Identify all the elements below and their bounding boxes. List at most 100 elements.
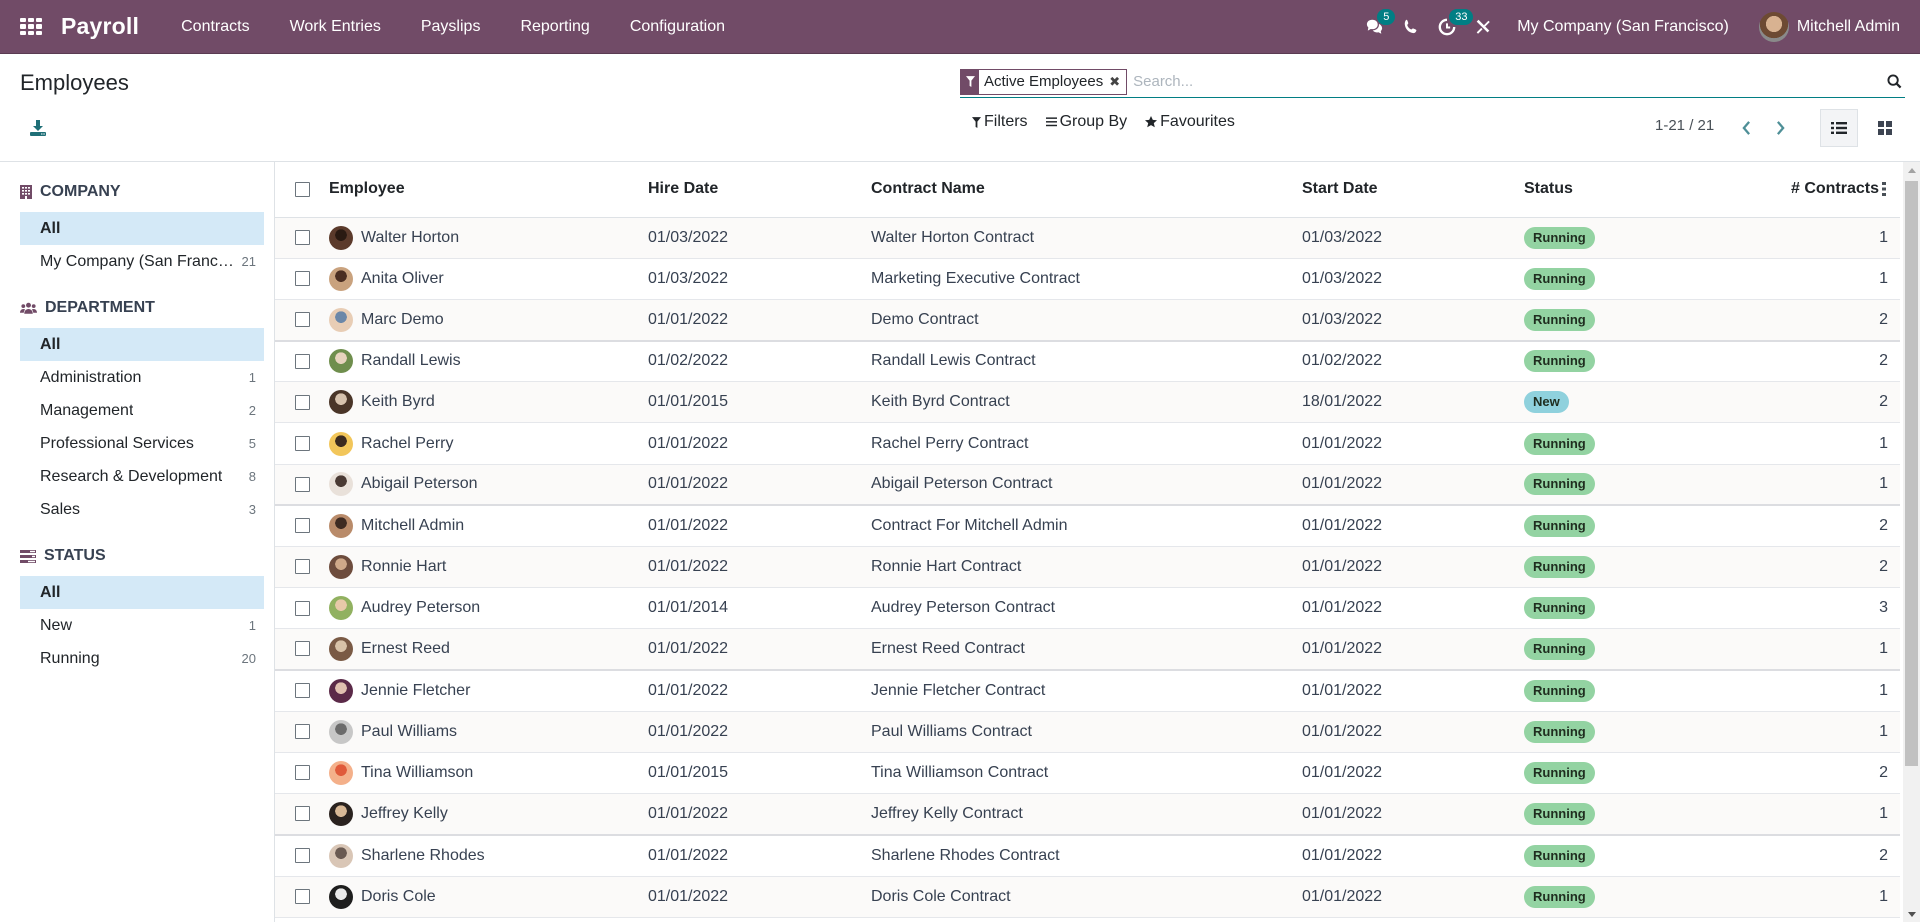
row-checkbox[interactable]	[295, 435, 310, 451]
row-checkbox[interactable]	[295, 724, 310, 740]
column-start-date[interactable]: Start Date	[1302, 162, 1524, 218]
start-date: 01/01/2022	[1302, 546, 1524, 589]
table-row[interactable]: Rachel Perry 01/01/2022 Rachel Perry Con…	[275, 422, 1900, 465]
table-row[interactable]: Anita Oliver 01/03/2022 Marketing Execut…	[275, 258, 1900, 300]
start-date: 01/01/2022	[1302, 464, 1524, 507]
employee-cell: Ernest Reed	[329, 637, 648, 662]
row-checkbox[interactable]	[295, 888, 310, 904]
table-row[interactable]: Doris Cole 01/01/2022 Doris Cole Contrac…	[275, 876, 1900, 918]
status-badge: Running	[1524, 267, 1595, 290]
row-checkbox[interactable]	[295, 518, 310, 534]
contracts-count: 2	[1744, 381, 1900, 424]
scroll-down-arrow[interactable]	[1903, 906, 1920, 922]
filter-icon	[972, 116, 981, 128]
filters-button[interactable]: Filters	[972, 113, 1028, 131]
favourites-button[interactable]: Favourites	[1145, 113, 1235, 131]
contract-name: Contract For Mitchell Admin	[871, 505, 1302, 548]
row-checkbox[interactable]	[295, 559, 310, 575]
row-checkbox[interactable]	[295, 311, 310, 327]
row-checkbox[interactable]	[295, 394, 310, 410]
row-checkbox[interactable]	[295, 229, 310, 245]
table-row[interactable]: Audrey Peterson 01/01/2014 Audrey Peters…	[275, 587, 1900, 630]
hire-date: 01/01/2014	[648, 587, 871, 630]
pager-next-button[interactable]	[1772, 118, 1788, 138]
activities-button[interactable]: 33	[1429, 0, 1474, 54]
phone-button[interactable]	[1393, 0, 1429, 54]
scroll-up-arrow[interactable]	[1903, 162, 1920, 178]
menu-work-entries[interactable]: Work Entries	[270, 0, 401, 54]
vertical-scrollbar[interactable]	[1903, 162, 1920, 922]
contracts-count: 1	[1744, 670, 1900, 712]
row-checkbox[interactable]	[295, 600, 310, 616]
menu-payslips[interactable]: Payslips	[401, 0, 501, 54]
hire-date: 01/01/2022	[648, 422, 871, 465]
department-item-professional-services[interactable]: Professional Services 5	[20, 427, 264, 460]
table-row[interactable]: Randall Lewis 01/02/2022 Randall Lewis C…	[275, 340, 1900, 383]
menu-configuration[interactable]: Configuration	[610, 0, 745, 54]
item-count: 5	[248, 436, 256, 451]
app-menu-icon[interactable]	[20, 17, 42, 36]
table-row[interactable]: Walter Horton 01/03/2022 Walter Horton C…	[275, 217, 1900, 259]
user-menu[interactable]: Mitchell Admin	[1758, 11, 1900, 42]
table-row[interactable]: Sharlene Rhodes 01/01/2022 Sharlene Rhod…	[275, 834, 1900, 877]
table-row[interactable]: Ernest Reed 01/01/2022 Ernest Reed Contr…	[275, 628, 1900, 672]
debug-tools-button[interactable]	[1465, 0, 1501, 54]
department-item-all[interactable]: All	[20, 328, 264, 361]
table-row[interactable]: Paul Williams 01/01/2022 Paul Williams C…	[275, 711, 1900, 753]
table-row[interactable]: Ronnie Hart 01/01/2022 Ronnie Hart Contr…	[275, 546, 1900, 589]
column-hire-date[interactable]: Hire Date	[648, 162, 871, 218]
contracts-count: 2	[1744, 340, 1900, 383]
company-switcher[interactable]: My Company (San Francisco)	[1517, 18, 1729, 36]
contract-name: Keith Byrd Contract	[871, 381, 1302, 424]
row-checkbox[interactable]	[295, 765, 310, 781]
table-row[interactable]: Abigail Peterson 01/01/2022 Abigail Pete…	[275, 464, 1900, 507]
export-button[interactable]	[29, 119, 47, 137]
status-item-running[interactable]: Running 20	[20, 642, 264, 675]
pager-previous-button[interactable]	[1738, 118, 1754, 138]
company-item-all[interactable]: All	[20, 212, 264, 245]
row-checkbox[interactable]	[295, 847, 310, 863]
department-item-research-development[interactable]: Research & Development 8	[20, 460, 264, 493]
column-employee[interactable]: Employee	[329, 162, 648, 218]
table-row[interactable]: Marc Demo 01/01/2022 Demo Contract 01/03…	[275, 299, 1900, 342]
row-checkbox[interactable]	[295, 683, 310, 699]
employee-cell: Abigail Peterson	[329, 472, 648, 497]
tasks-icon	[20, 549, 36, 563]
row-checkbox[interactable]	[295, 641, 310, 657]
table-row[interactable]: Tina Williamson 01/01/2015 Tina Williams…	[275, 752, 1900, 795]
search-button[interactable]	[1883, 71, 1905, 93]
row-checkbox[interactable]	[295, 806, 310, 822]
employee-name: Marc Demo	[361, 310, 444, 328]
department-item-administration[interactable]: Administration 1	[20, 361, 264, 394]
table-row[interactable]: Mitchell Admin 01/01/2022 Contract For M…	[275, 505, 1900, 548]
employee-name: Jennie Fletcher	[361, 681, 471, 699]
status-item-all[interactable]: All	[20, 576, 264, 609]
bars-icon	[1045, 117, 1057, 127]
column-contracts-count[interactable]: # Contracts	[1744, 162, 1900, 218]
scroll-thumb[interactable]	[1905, 181, 1918, 766]
select-all-checkbox[interactable]	[295, 181, 310, 197]
table-row[interactable]: Jennie Fletcher 01/01/2022 Jennie Fletch…	[275, 670, 1900, 712]
optional-columns-icon[interactable]	[1882, 182, 1886, 197]
list-view-button[interactable]	[1820, 109, 1858, 147]
status-item-new[interactable]: New 1	[20, 609, 264, 642]
menu-contracts[interactable]: Contracts	[161, 0, 269, 54]
menu-reporting[interactable]: Reporting	[500, 0, 609, 54]
row-checkbox[interactable]	[295, 271, 310, 287]
company-item-my-company[interactable]: My Company (San Francisco) 21	[20, 245, 264, 278]
messages-button[interactable]: 5	[1357, 0, 1396, 54]
column-contract-name[interactable]: Contract Name	[871, 162, 1302, 218]
group-by-button[interactable]: Group By	[1045, 113, 1127, 131]
pager-value[interactable]: 1-21 / 21	[1655, 117, 1714, 134]
app-name[interactable]: Payroll	[61, 13, 139, 40]
row-checkbox[interactable]	[295, 476, 310, 492]
table-row[interactable]: Jeffrey Kelly 01/01/2022 Jeffrey Kelly C…	[275, 793, 1900, 836]
department-item-management[interactable]: Management 2	[20, 394, 264, 427]
department-item-sales[interactable]: Sales 3	[20, 493, 264, 526]
facet-remove-icon[interactable]: ✖	[1109, 74, 1126, 90]
kanban-view-button[interactable]	[1866, 109, 1904, 147]
search-input[interactable]	[1127, 73, 1883, 90]
table-row[interactable]: Keith Byrd 01/01/2015 Keith Byrd Contrac…	[275, 381, 1900, 424]
row-checkbox[interactable]	[295, 353, 310, 369]
column-status[interactable]: Status	[1524, 162, 1744, 218]
